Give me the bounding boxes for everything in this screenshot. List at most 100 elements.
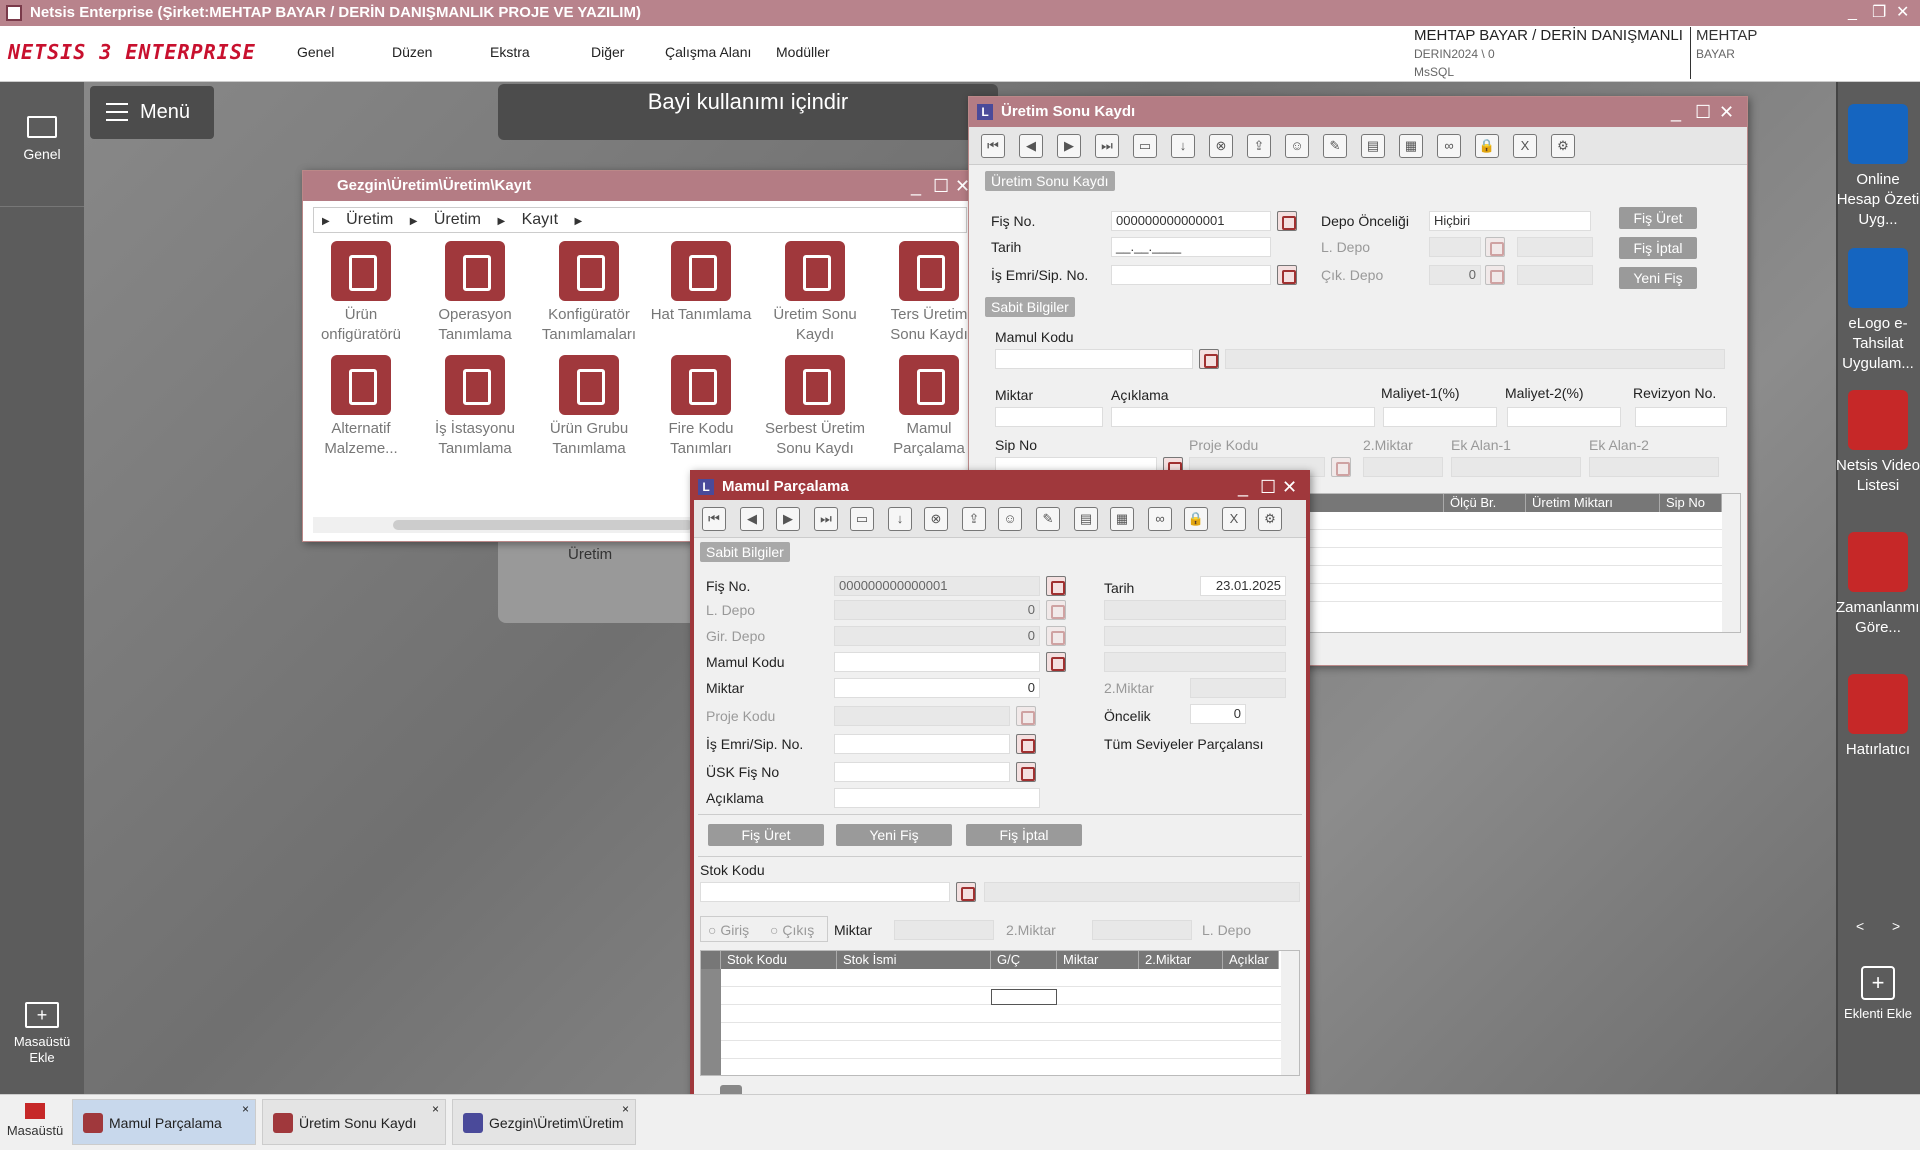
download-icon[interactable]: ↓ <box>1171 134 1195 158</box>
minimize-icon[interactable]: _ <box>1848 0 1857 26</box>
table-row[interactable] <box>701 1023 1299 1041</box>
col-stok-kodu[interactable]: Stok Kodu <box>721 951 837 969</box>
tile-serbest-uretim[interactable]: Serbest Üretim Sonu Kaydı <box>759 355 871 459</box>
next-icon[interactable]: ▶ <box>1057 134 1081 158</box>
mamul-grid[interactable]: Stok Kodu Stok İsmi G/Ç Miktar 2.Miktar … <box>700 950 1300 1076</box>
app-video[interactable]: Netsis Video Listesi <box>1836 390 1920 496</box>
col-uretim-miktari[interactable]: Üretim Miktarı <box>1526 494 1660 512</box>
cikdepo-field[interactable]: 0 <box>1429 265 1481 285</box>
lock-icon[interactable]: 🔒 <box>1184 507 1208 531</box>
lookup-icon[interactable] <box>1046 652 1066 672</box>
log-icon[interactable]: ▤ <box>1074 507 1098 531</box>
log-icon[interactable]: ▤ <box>1361 134 1385 158</box>
col-aciklama[interactable]: Açıklar <box>1223 951 1279 969</box>
menu-diger[interactable]: Diğer <box>591 44 624 60</box>
lookup-icon[interactable] <box>1277 265 1297 285</box>
miktar2-field[interactable] <box>1363 457 1443 477</box>
isemri-field[interactable] <box>834 734 1010 754</box>
tile-uretim-sonu[interactable]: Üretim Sonu Kaydı <box>759 241 871 345</box>
menu-calisma-alani[interactable]: Çalışma Alanı <box>665 44 751 60</box>
first-icon[interactable]: ⏮ <box>981 134 1005 158</box>
miktar-field[interactable]: 0 <box>834 678 1040 698</box>
ek-alan2-field[interactable] <box>1589 457 1719 477</box>
close-icon[interactable]: × <box>622 1086 629 1132</box>
depo-onc-select[interactable]: Hiçbiri <box>1429 211 1591 231</box>
minimize-icon[interactable]: _ <box>1238 474 1248 500</box>
fis-iptal-button[interactable]: Fiş İptal <box>966 824 1082 846</box>
nav-next[interactable]: > <box>1892 918 1900 934</box>
selected-cell[interactable] <box>991 989 1057 1005</box>
lookup-icon[interactable] <box>1016 734 1036 754</box>
tab-uretim-sonu[interactable]: Üretim Sonu Kaydı × <box>262 1099 446 1145</box>
vertical-scrollbar[interactable] <box>1281 951 1299 1075</box>
lookup-icon[interactable] <box>1485 265 1505 285</box>
import-icon[interactable]: ⇪ <box>1247 134 1271 158</box>
fis-no-field[interactable]: 000000000000001 <box>834 576 1040 596</box>
ldepo-field[interactable]: 0 <box>834 600 1040 620</box>
isemri-field[interactable] <box>1111 265 1271 285</box>
filter-miktar2-field[interactable] <box>1092 920 1192 940</box>
lock-icon[interactable]: 🔒 <box>1475 134 1499 158</box>
filter-miktar-field[interactable] <box>894 920 994 940</box>
mamul-kodu-field[interactable] <box>834 652 1040 672</box>
user-icon[interactable]: ☺ <box>998 507 1022 531</box>
close-icon[interactable]: ✕ <box>1896 0 1909 26</box>
lookup-icon[interactable] <box>956 882 976 902</box>
fis-no-field[interactable]: 000000000000001 <box>1111 211 1271 231</box>
oncelik-field[interactable]: 0 <box>1190 704 1246 724</box>
mamul-kodu-field[interactable] <box>995 349 1193 369</box>
cikis-radio[interactable]: ○ Çıkış <box>770 922 814 938</box>
col-miktar2[interactable]: 2.Miktar <box>1139 951 1223 969</box>
nav-prev[interactable]: < <box>1856 918 1864 934</box>
app-online-hesap[interactable]: Online Hesap Özeti Uyg... <box>1836 104 1920 230</box>
calculator-icon[interactable]: ▦ <box>1399 134 1423 158</box>
maximize-icon[interactable]: ☐ <box>1260 474 1276 500</box>
table-row[interactable] <box>701 969 1299 987</box>
import-icon[interactable]: ⇪ <box>962 507 986 531</box>
menu-genel[interactable]: Genel <box>297 44 334 60</box>
tile-fire-kodu[interactable]: Fire Kodu Tanımları <box>645 355 757 459</box>
link-icon[interactable]: ∞ <box>1437 134 1461 158</box>
close-icon[interactable]: × <box>432 1086 439 1132</box>
lookup-icon[interactable] <box>1485 237 1505 257</box>
genel-button[interactable]: Genel <box>0 116 84 162</box>
excel-icon[interactable]: X <box>1222 507 1246 531</box>
lookup-icon[interactable] <box>1331 457 1351 477</box>
stok-kodu-field[interactable] <box>700 882 950 902</box>
lookup-icon[interactable] <box>1016 762 1036 782</box>
maximize-icon[interactable]: ☐ <box>933 171 949 201</box>
miktar2-field[interactable] <box>1190 678 1286 698</box>
tile-hat[interactable]: Hat Tanımlama <box>645 241 757 325</box>
lookup-icon[interactable] <box>1199 349 1219 369</box>
tile-urun-konfigurator[interactable]: Ürün onfigüratörü <box>305 241 417 345</box>
tools-icon[interactable]: ⚙ <box>1258 507 1282 531</box>
ek-alan1-field[interactable] <box>1451 457 1581 477</box>
tum-seviyeler-label[interactable]: Tüm Seviyeler Parçalansı <box>1104 736 1264 752</box>
yeni-fis-button[interactable]: Yeni Fiş <box>836 824 952 846</box>
aciklama-field[interactable] <box>834 788 1040 808</box>
maximize-icon[interactable]: ☐ <box>1695 97 1711 127</box>
lookup-icon[interactable] <box>1277 211 1297 231</box>
close-icon[interactable]: ✕ <box>1719 97 1734 127</box>
maliyet2-field[interactable] <box>1507 407 1621 427</box>
lookup-icon[interactable] <box>1046 626 1066 646</box>
app-elogo[interactable]: eLogo e-Tahsilat Uygulam... <box>1836 248 1920 374</box>
app-zamanlanmis[interactable]: Zamanlanmış Göre... <box>1836 532 1920 638</box>
cancel-icon[interactable]: ⊗ <box>1209 134 1233 158</box>
miktar-field[interactable] <box>995 407 1103 427</box>
fis-uret-button[interactable]: Fiş Üret <box>1619 207 1697 229</box>
next-icon[interactable]: ▶ <box>776 507 800 531</box>
tile-alternatif[interactable]: Alternatif Malzeme... <box>305 355 417 459</box>
menu-moduller[interactable]: Modüller <box>776 44 830 60</box>
table-row[interactable] <box>701 1005 1299 1023</box>
yeni-fis-button[interactable]: Yeni Fiş <box>1619 267 1697 289</box>
scroll-thumb[interactable] <box>393 520 693 530</box>
girdepo-field[interactable]: 0 <box>834 626 1040 646</box>
col-stok-ismi[interactable]: Stok İsmi <box>837 951 991 969</box>
col-gc[interactable]: G/Ç <box>991 951 1057 969</box>
link-icon[interactable]: ∞ <box>1148 507 1172 531</box>
proje-kodu-field[interactable] <box>834 706 1010 726</box>
user-icon[interactable]: ☺ <box>1285 134 1309 158</box>
table-row[interactable] <box>701 1041 1299 1059</box>
last-icon[interactable]: ⏭ <box>814 507 838 531</box>
